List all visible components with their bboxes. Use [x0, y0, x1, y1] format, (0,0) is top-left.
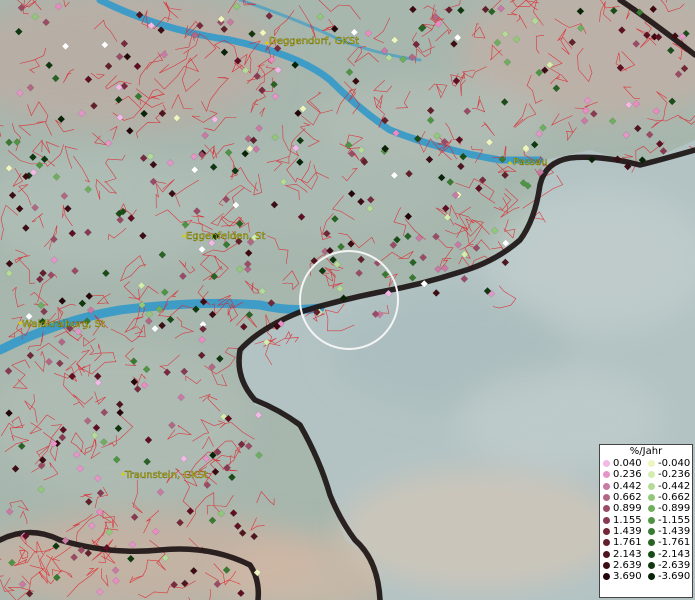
legend-row: 0.040: [602, 458, 647, 469]
legend-row: -2.143: [647, 548, 692, 560]
legend-value: 0.899: [613, 503, 642, 515]
legend-value: -1.761: [658, 537, 691, 549]
legend-value: -0.442: [658, 480, 691, 492]
legend-swatch: [648, 516, 655, 524]
legend-swatch: [648, 471, 655, 479]
legend-swatch: [648, 573, 655, 581]
legend-swatch: [648, 550, 655, 558]
legend-row: 0.662: [602, 492, 647, 503]
legend-row: 0.899: [602, 503, 647, 514]
legend-row: -0.662: [647, 492, 692, 503]
legend-row: -1.155: [647, 514, 692, 526]
legend-swatch: [603, 505, 610, 513]
legend-row: -0.236: [647, 469, 692, 480]
legend-swatch: [603, 561, 610, 569]
legend-positive-column: 0.040 0.236 0.442 0.662 0.899 1.155 1.439 1.761…: [602, 458, 647, 582]
legend-value: 3.690: [613, 571, 642, 583]
legend-value: 0.662: [613, 492, 642, 504]
legend-value: 1.761: [613, 537, 642, 549]
legend-row: -3.690: [647, 571, 692, 582]
city-label-waldkraiburg[interactable]: Waldkraiburg, St: [22, 319, 105, 330]
legend-value: -0.040: [658, 458, 691, 470]
legend-row: 2.639: [602, 560, 647, 571]
legend: %/Jahr 0.040 0.236 0.442 0.662 0.899 1.155 1.4…: [599, 444, 693, 598]
legend-row: -0.899: [647, 503, 692, 514]
legend-row: 1.761: [602, 537, 647, 548]
city-label-eggenfelden[interactable]: Eggenfelden, St: [186, 231, 266, 242]
legend-value: 1.439: [613, 525, 642, 537]
legend-negative-column: -0.040 -0.236 -0.442 -0.662 -0.899 -1.155 -1.4…: [647, 458, 692, 582]
legend-value: 0.442: [613, 480, 642, 492]
legend-swatch: [603, 471, 610, 479]
legend-value: 2.143: [613, 548, 642, 560]
legend-swatch: [648, 482, 655, 490]
legend-swatch: [603, 460, 610, 468]
city-label-passau[interactable]: Passau: [513, 157, 548, 168]
legend-swatch: [603, 550, 610, 558]
legend-value: 1.155: [613, 514, 642, 526]
legend-row: -1.439: [647, 526, 692, 537]
legend-value: -0.662: [658, 492, 691, 504]
legend-value: -0.899: [658, 503, 691, 515]
legend-row: -0.040: [647, 458, 692, 469]
legend-swatch: [603, 482, 610, 490]
city-label-traunstein[interactable]: Traunstein, GKSt: [124, 470, 208, 481]
legend-value: -1.155: [658, 514, 691, 526]
legend-row: 1.155: [602, 514, 647, 526]
city-marker-passau: [508, 161, 512, 165]
legend-value: -1.439: [658, 525, 691, 537]
legend-value: 2.639: [613, 559, 642, 571]
legend-title: %/Jahr: [629, 446, 663, 457]
relief-map[interactable]: Deggendorf, GKSt Passau Eggenfelden, St …: [0, 0, 695, 600]
legend-value: -2.143: [658, 548, 691, 560]
legend-value: 0.236: [613, 469, 642, 481]
legend-row: -1.761: [647, 537, 692, 548]
legend-row: 0.236: [602, 469, 647, 480]
legend-row: 0.442: [602, 481, 647, 492]
legend-swatch: [603, 573, 610, 581]
legend-swatch: [603, 494, 610, 502]
legend-value: -2.639: [658, 559, 691, 571]
legend-swatch: [603, 516, 610, 524]
legend-row: 2.143: [602, 548, 647, 560]
legend-row: -2.639: [647, 560, 692, 571]
legend-swatch: [648, 527, 655, 535]
legend-value: -3.690: [658, 571, 691, 583]
legend-swatch: [648, 561, 655, 569]
legend-value: 0.040: [613, 458, 642, 470]
city-label-deggendorf[interactable]: Deggendorf, GKSt: [269, 36, 359, 47]
legend-swatch: [648, 505, 655, 513]
legend-row: 1.439: [602, 526, 647, 537]
legend-swatch: [603, 527, 610, 535]
legend-swatch: [648, 539, 655, 547]
legend-swatch: [648, 460, 655, 468]
legend-swatch: [603, 539, 610, 547]
legend-swatch: [648, 494, 655, 502]
legend-value: -0.236: [658, 469, 691, 481]
legend-row: 3.690: [602, 571, 647, 582]
legend-row: -0.442: [647, 481, 692, 492]
